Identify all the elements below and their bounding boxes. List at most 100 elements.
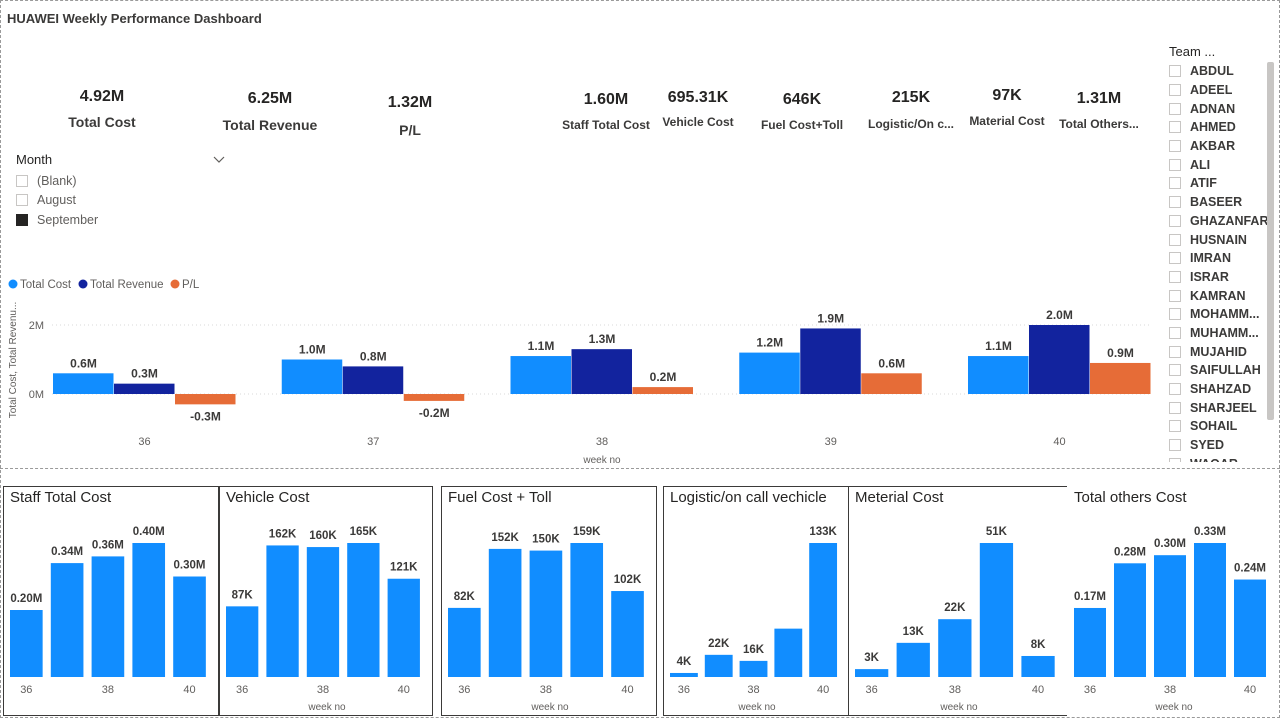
checkbox[interactable] — [1169, 252, 1181, 265]
bar[interactable] — [938, 619, 972, 677]
checkbox[interactable] — [1169, 214, 1181, 227]
checkbox[interactable] — [1169, 65, 1181, 78]
bar[interactable] — [896, 642, 930, 677]
bar[interactable] — [114, 383, 175, 394]
team-option[interactable]: KAMRAN — [1169, 286, 1277, 305]
bar[interactable] — [342, 366, 404, 394]
team-option[interactable]: MUJAHID — [1169, 342, 1277, 361]
bar[interactable] — [281, 359, 343, 395]
bar[interactable] — [739, 352, 800, 394]
bar[interactable] — [488, 548, 522, 677]
checkbox[interactable] — [1169, 158, 1181, 171]
checkbox[interactable] — [1169, 233, 1181, 246]
kpi-card-material-cost[interactable]: 97K Material Cost — [962, 86, 1052, 129]
bar[interactable] — [632, 387, 694, 394]
bar[interactable] — [670, 672, 698, 677]
bar[interactable] — [1194, 543, 1226, 677]
bar[interactable] — [529, 550, 563, 677]
bar[interactable] — [1021, 655, 1055, 677]
checkbox[interactable] — [1169, 196, 1181, 209]
bar[interactable] — [173, 576, 206, 678]
checkbox[interactable] — [1169, 439, 1181, 452]
bar[interactable] — [861, 373, 922, 394]
bar[interactable] — [979, 543, 1014, 677]
bar[interactable] — [50, 563, 84, 677]
bar[interactable] — [809, 543, 838, 677]
legend-label[interactable]: P/L — [182, 279, 200, 291]
legend-label[interactable]: Total Revenue — [90, 279, 164, 291]
kpi-card-total-revenue[interactable]: 6.25M Total Revenue — [210, 89, 330, 133]
checkbox[interactable] — [16, 174, 28, 187]
bar[interactable] — [570, 543, 604, 677]
team-option[interactable]: GHAZANFAR — [1169, 212, 1277, 231]
chevron-down-icon[interactable] — [213, 153, 225, 165]
month-option-september[interactable]: September — [16, 210, 226, 230]
bar[interactable] — [510, 356, 572, 394]
checkbox[interactable] — [1169, 140, 1181, 153]
bar[interactable] — [266, 545, 299, 677]
kpi-card-vehicle-cost[interactable]: 695.31K Vehicle Cost — [658, 88, 738, 130]
month-slicer-header[interactable]: Month — [16, 152, 226, 170]
kpi-card-pl[interactable]: 1.32M P/L — [375, 93, 445, 138]
team-option[interactable]: AKBAR — [1169, 137, 1277, 156]
team-option[interactable]: ATIF — [1169, 174, 1277, 193]
legend-label[interactable]: Total Cost — [20, 279, 72, 291]
kpi-card-staff-total-cost[interactable]: 1.60M Staff Total Cost — [560, 90, 652, 133]
bar[interactable] — [175, 394, 236, 405]
checkbox[interactable] — [1169, 326, 1181, 339]
team-option[interactable]: AHMED — [1169, 118, 1277, 137]
bar[interactable] — [53, 373, 114, 394]
kpi-card-logistic[interactable]: 215K Logistic/On c... — [864, 88, 958, 132]
team-slicer-scrollbar[interactable] — [1267, 62, 1274, 420]
team-option[interactable]: ALI — [1169, 155, 1277, 174]
bar[interactable] — [571, 349, 633, 394]
bar[interactable] — [611, 591, 644, 677]
checkbox[interactable] — [1169, 177, 1181, 190]
checkbox[interactable] — [1169, 84, 1181, 97]
bar[interactable] — [132, 543, 166, 677]
bar[interactable] — [1029, 325, 1090, 394]
team-option[interactable]: IMRAN — [1169, 249, 1277, 268]
bar[interactable] — [855, 669, 889, 677]
checkbox[interactable] — [16, 194, 28, 207]
bar[interactable] — [387, 578, 420, 677]
bar[interactable] — [739, 660, 768, 677]
team-option[interactable]: MUHAMM... — [1169, 324, 1277, 343]
bar[interactable] — [968, 356, 1029, 394]
checkbox[interactable] — [1169, 420, 1181, 433]
team-option[interactable]: ADNAN — [1169, 99, 1277, 118]
checkbox[interactable] — [1169, 289, 1181, 302]
bar[interactable] — [226, 606, 259, 677]
checkbox[interactable] — [1169, 270, 1181, 283]
bar[interactable] — [1234, 579, 1266, 677]
kpi-card-fuel-cost-toll[interactable]: 646K Fuel Cost+Toll — [756, 90, 848, 133]
bar[interactable] — [91, 556, 125, 677]
bar[interactable] — [448, 607, 481, 677]
team-option[interactable]: MOHAMM... — [1169, 305, 1277, 324]
bar[interactable] — [10, 610, 43, 677]
checkbox[interactable] — [1169, 102, 1181, 115]
team-option[interactable]: BASEER — [1169, 193, 1277, 212]
team-option[interactable]: SHARJEEL — [1169, 398, 1277, 417]
bar[interactable] — [403, 394, 465, 401]
team-option[interactable]: ABDUL — [1169, 62, 1277, 81]
bar[interactable] — [1154, 555, 1186, 677]
bar[interactable] — [1090, 362, 1151, 394]
bar[interactable] — [1114, 563, 1146, 677]
month-option-blank[interactable]: (Blank) — [16, 171, 226, 191]
bar[interactable] — [800, 328, 861, 394]
kpi-card-total-cost[interactable]: 4.92M Total Cost — [52, 87, 152, 130]
checkbox[interactable] — [1169, 345, 1181, 358]
checkbox[interactable] — [1169, 457, 1181, 462]
team-option[interactable]: SAIFULLAH — [1169, 361, 1277, 380]
checkbox[interactable] — [1169, 308, 1181, 321]
bar[interactable] — [347, 543, 380, 677]
team-option[interactable]: WAQAR — [1169, 454, 1277, 462]
team-option[interactable]: ISRAR — [1169, 268, 1277, 287]
bar[interactable] — [306, 547, 340, 677]
team-option[interactable]: ADEEL — [1169, 81, 1277, 100]
team-option[interactable]: SOHAIL — [1169, 417, 1277, 436]
checkbox[interactable] — [1169, 364, 1181, 377]
bar[interactable] — [704, 654, 733, 677]
bar[interactable] — [1074, 607, 1106, 677]
